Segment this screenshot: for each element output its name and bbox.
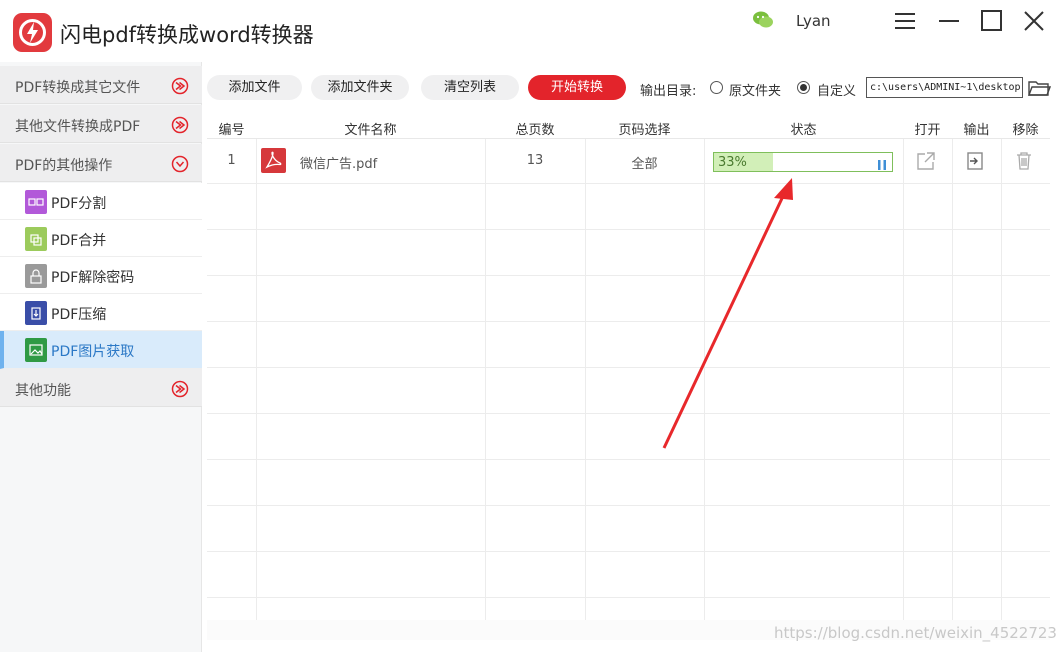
user-name[interactable]: Lyan [796, 12, 831, 30]
conversion-progress-bar: 33% [713, 152, 893, 172]
close-icon[interactable] [1021, 8, 1047, 34]
sidebar-item-pdf-merge[interactable]: PDF合并 [0, 220, 202, 257]
sidebar-category-label: PDF的其他操作 [15, 158, 113, 174]
grid-line [903, 139, 904, 620]
split-icon [25, 190, 47, 214]
file-table: 编号 文件名称 总页数 页码选择 状态 打开 输出 移除 1 微信广告.pdf … [207, 115, 1050, 620]
grid-line [207, 275, 1050, 276]
header-filename: 文件名称 [344, 123, 397, 138]
row-index: 1 [227, 153, 236, 168]
grid-line [585, 139, 586, 620]
trash-icon[interactable] [1013, 150, 1035, 172]
grid-line [207, 183, 1050, 184]
menu-icon[interactable] [892, 8, 918, 34]
unlock-icon [25, 264, 47, 288]
start-convert-button[interactable]: 开始转换 [528, 75, 626, 100]
annotation-arrow-icon [662, 178, 793, 449]
grid-line [256, 139, 257, 620]
radio-custom-label: 自定义 [817, 84, 857, 99]
add-folder-button[interactable]: 添加文件夹 [311, 75, 409, 100]
sidebar-category-label: PDF转换成其它文件 [15, 80, 141, 96]
clear-list-button[interactable]: 清空列表 [421, 75, 519, 100]
header-page-select: 页码选择 [618, 123, 671, 138]
sidebar-item-label: PDF分割 [51, 196, 107, 212]
sidebar-item-pdf-compress[interactable]: PDF压缩 [0, 294, 202, 331]
header-remove: 移除 [1012, 123, 1039, 138]
title-bar: 闪电pdf转换成word转换器 Lyan [0, 0, 1056, 62]
grid-line [1001, 139, 1002, 620]
pause-icon[interactable] [876, 156, 888, 170]
header-status: 状态 [790, 123, 817, 138]
sidebar-item-label: PDF合并 [51, 233, 107, 249]
minimize-icon[interactable] [936, 8, 962, 34]
output-icon[interactable] [964, 150, 986, 172]
header-open: 打开 [914, 123, 941, 138]
image-icon [25, 338, 47, 362]
progress-text: 33% [718, 155, 747, 170]
sidebar-category-label: 其他文件转换成PDF [15, 119, 141, 135]
chevron-right-icon [171, 116, 189, 134]
sidebar-category-pdf-to-other[interactable]: PDF转换成其它文件 [0, 66, 202, 104]
chevron-right-icon [171, 77, 189, 95]
grid-line [207, 505, 1050, 506]
grid-line [952, 139, 953, 620]
header-output: 输出 [963, 123, 990, 138]
sidebar-category-other-functions[interactable]: 其他功能 [0, 369, 202, 407]
sidebar-item-label: PDF解除密码 [51, 270, 135, 286]
sidebar-category-other-to-pdf[interactable]: 其他文件转换成PDF [0, 105, 202, 143]
sidebar-item-pdf-unlock[interactable]: PDF解除密码 [0, 257, 202, 294]
folder-open-icon[interactable] [1027, 78, 1052, 98]
header-pages: 总页数 [515, 123, 555, 138]
chevron-down-icon [171, 155, 189, 173]
pdf-file-icon [261, 148, 286, 173]
grid-line [485, 139, 486, 620]
app-title: 闪电pdf转换成word转换器 [60, 23, 314, 47]
sidebar-category-label: 其他功能 [15, 383, 71, 399]
watermark: https://blog.csdn.net/weixin_45227232 [774, 624, 1056, 642]
add-file-button[interactable]: 添加文件 [207, 75, 302, 100]
compress-icon [25, 301, 47, 325]
grid-line [207, 321, 1050, 322]
row-pages: 13 [526, 153, 544, 168]
grid-line [207, 597, 1050, 598]
sidebar-category-pdf-other-ops[interactable]: PDF的其他操作 [0, 144, 202, 182]
row-filename: 微信广告.pdf [300, 157, 378, 172]
output-path-field[interactable]: c:\users\ADMINI~1\desktop [866, 77, 1023, 98]
sidebar: PDF转换成其它文件 其他文件转换成PDF PDF的其他操作 PDF分割 PDF… [0, 62, 202, 652]
grid-line [207, 367, 1050, 368]
maximize-icon[interactable] [979, 8, 1005, 34]
radio-custom-folder[interactable] [797, 81, 810, 94]
sidebar-item-label: PDF压缩 [51, 307, 107, 323]
grid-line [207, 551, 1050, 552]
grid-line [207, 229, 1050, 230]
radio-original-folder[interactable] [710, 81, 723, 94]
grid-line [207, 413, 1050, 414]
merge-icon [25, 227, 47, 251]
grid-line [207, 459, 1050, 460]
radio-original-label: 原文件夹 [729, 84, 782, 99]
chevron-right-icon [171, 380, 189, 398]
sidebar-item-pdf-image-extract[interactable]: PDF图片获取 [0, 331, 202, 369]
output-dir-label: 输出目录: [640, 84, 697, 99]
sidebar-item-label: PDF图片获取 [51, 344, 135, 360]
app-logo-icon [13, 13, 52, 52]
table-header: 编号 文件名称 总页数 页码选择 状态 打开 输出 移除 [207, 115, 1050, 139]
header-index: 编号 [218, 123, 245, 138]
open-external-icon[interactable] [915, 150, 937, 172]
sidebar-item-pdf-split[interactable]: PDF分割 [0, 183, 202, 220]
wechat-icon[interactable] [752, 10, 774, 30]
